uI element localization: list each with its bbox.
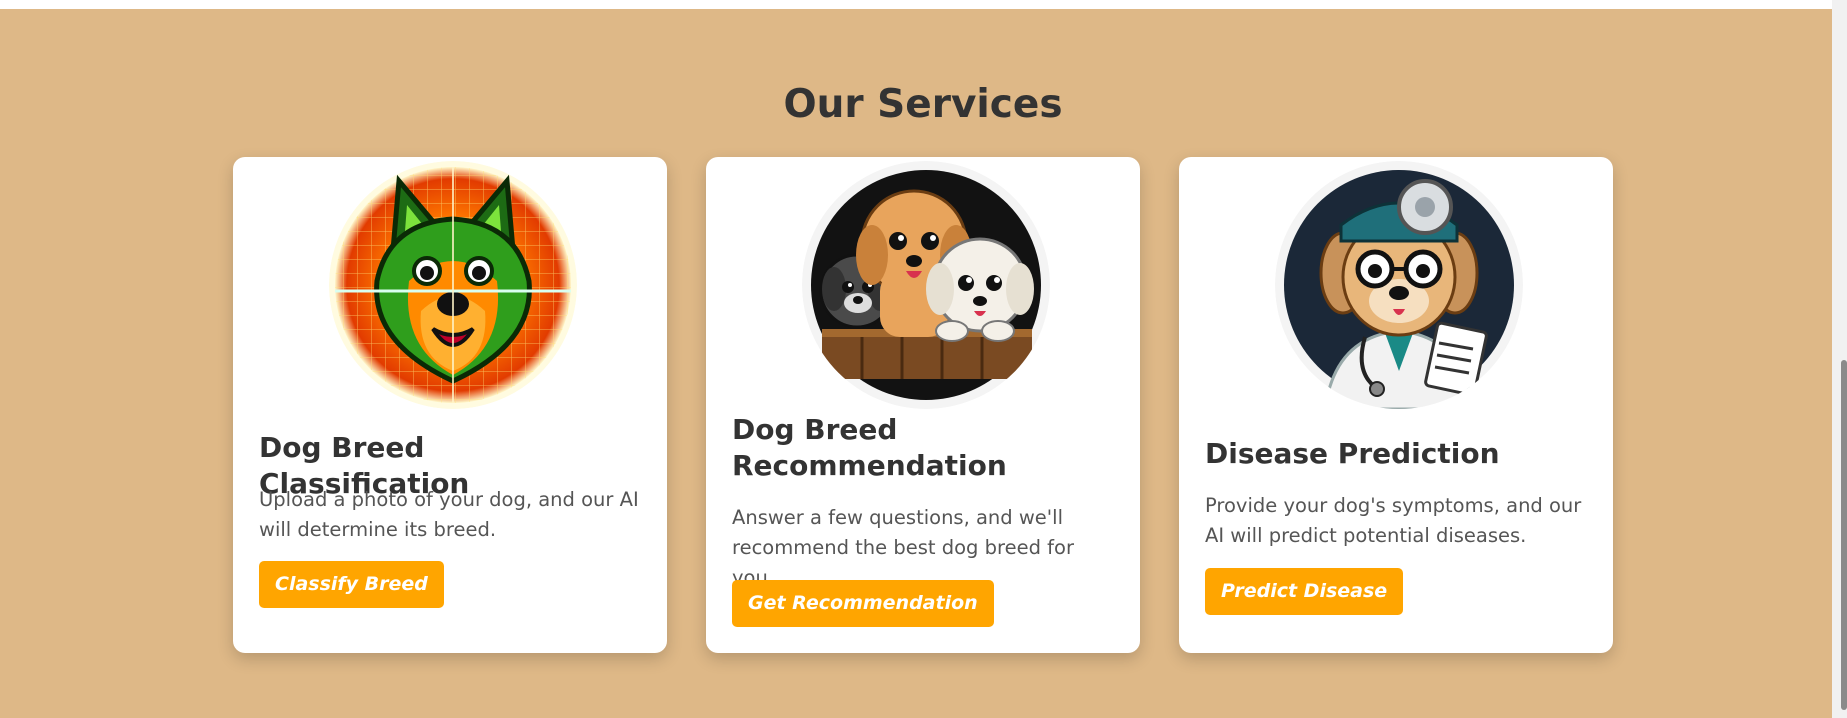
services-section: Our Services Dog Breed Classification Up… xyxy=(0,9,1832,718)
doctor-dog-icon xyxy=(1275,161,1523,409)
service-title: Dog Breed Recommendation xyxy=(732,413,1007,482)
service-card-disease-prediction: Disease Prediction Provide your dog's sy… xyxy=(1179,157,1613,653)
service-description: Upload a photo of your dog, and our AI w… xyxy=(259,488,639,541)
service-card-breed-recommendation: Dog Breed Recommendation Answer a few qu… xyxy=(706,157,1140,653)
service-card-breed-classification: Dog Breed Classification Upload a photo … xyxy=(233,157,667,653)
classify-breed-button[interactable]: Classify Breed xyxy=(259,561,444,608)
get-recommendation-button[interactable]: Get Recommendation xyxy=(732,580,994,627)
predict-disease-button[interactable]: Predict Disease xyxy=(1205,568,1404,615)
service-title: Disease Prediction xyxy=(1205,437,1500,470)
scrollbar-thumb[interactable] xyxy=(1841,360,1847,710)
section-title: Our Services xyxy=(783,82,1063,127)
scanned-dog-face-icon xyxy=(329,161,577,409)
top-strip xyxy=(0,0,1847,9)
service-description: Provide your dog's symptoms, and our AI … xyxy=(1205,494,1582,547)
three-puppies-icon xyxy=(802,161,1050,409)
